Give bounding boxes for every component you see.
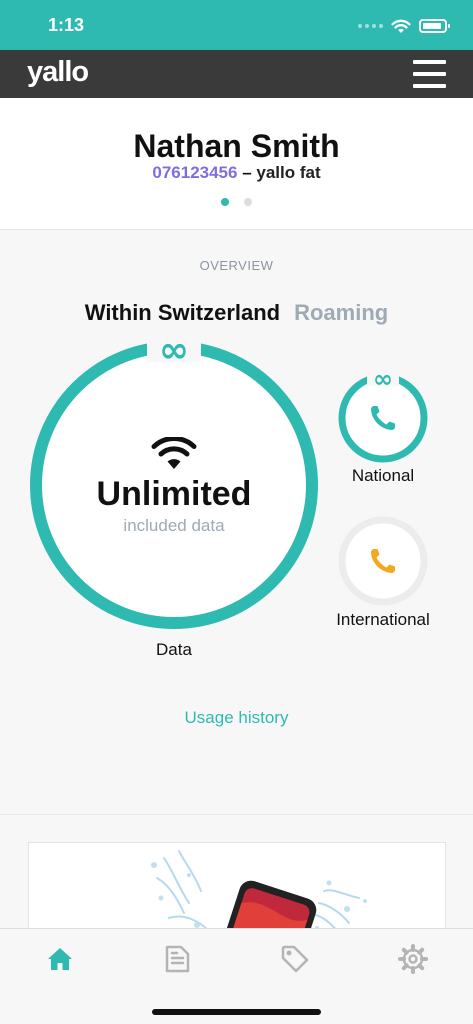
- status-indicators: [358, 16, 450, 36]
- page-dot[interactable]: [244, 198, 252, 206]
- overview-section: OVERVIEW Within Switzerland Roaming ∞ Un…: [0, 230, 473, 815]
- status-bar: 1:13: [0, 0, 473, 50]
- region-tabs: Within Switzerland Roaming: [0, 300, 473, 326]
- tag-icon: [281, 945, 309, 973]
- page-indicator: [0, 198, 473, 206]
- national-unlimited-symbol: ∞: [373, 372, 393, 393]
- tab-settings[interactable]: [393, 939, 433, 979]
- international-label: International: [336, 610, 430, 629]
- tab-within-switzerland[interactable]: Within Switzerland: [85, 300, 280, 326]
- document-icon: [165, 945, 190, 973]
- overview-title: OVERVIEW: [199, 258, 274, 273]
- wifi-status-icon: [391, 19, 411, 33]
- tab-offers[interactable]: [275, 939, 315, 979]
- page-dot-active[interactable]: [221, 198, 229, 206]
- national-label: National: [351, 466, 415, 485]
- national-usage-gauge[interactable]: ∞: [337, 372, 429, 464]
- plan-name: yallo fat: [256, 163, 321, 182]
- cellular-signal-icon: [358, 24, 383, 28]
- usage-history-link[interactable]: Usage history: [0, 708, 473, 728]
- tab-invoices[interactable]: [157, 939, 197, 979]
- phone-number: 076123456: [152, 163, 238, 182]
- international-usage-gauge[interactable]: [337, 515, 429, 607]
- plan-separator: –: [237, 163, 257, 182]
- wifi-icon: [151, 437, 197, 469]
- data-label: Data: [156, 640, 192, 659]
- battery-icon: [419, 19, 450, 33]
- gear-icon: [398, 944, 428, 974]
- home-icon: [48, 948, 72, 970]
- customer-name: Nathan Smith: [133, 128, 340, 164]
- profile-card[interactable]: Nathan Smith 076123456 – yallo fat: [0, 98, 473, 230]
- tab-home[interactable]: [40, 939, 80, 979]
- yallo-logo: yallo: [27, 56, 89, 88]
- status-time: 1:13: [48, 15, 85, 35]
- hamburger-menu-icon[interactable]: [413, 60, 446, 88]
- data-value: Unlimited: [96, 475, 252, 513]
- subscription-line: 076123456 – yallo fat: [0, 163, 473, 183]
- app-header: yallo: [0, 50, 473, 98]
- data-gauge-content: Unlimited included data: [29, 340, 319, 630]
- data-caption: included data: [123, 516, 225, 535]
- tab-roaming[interactable]: Roaming: [294, 300, 388, 326]
- promo-banner[interactable]: [28, 842, 446, 942]
- home-indicator[interactable]: [152, 1009, 321, 1015]
